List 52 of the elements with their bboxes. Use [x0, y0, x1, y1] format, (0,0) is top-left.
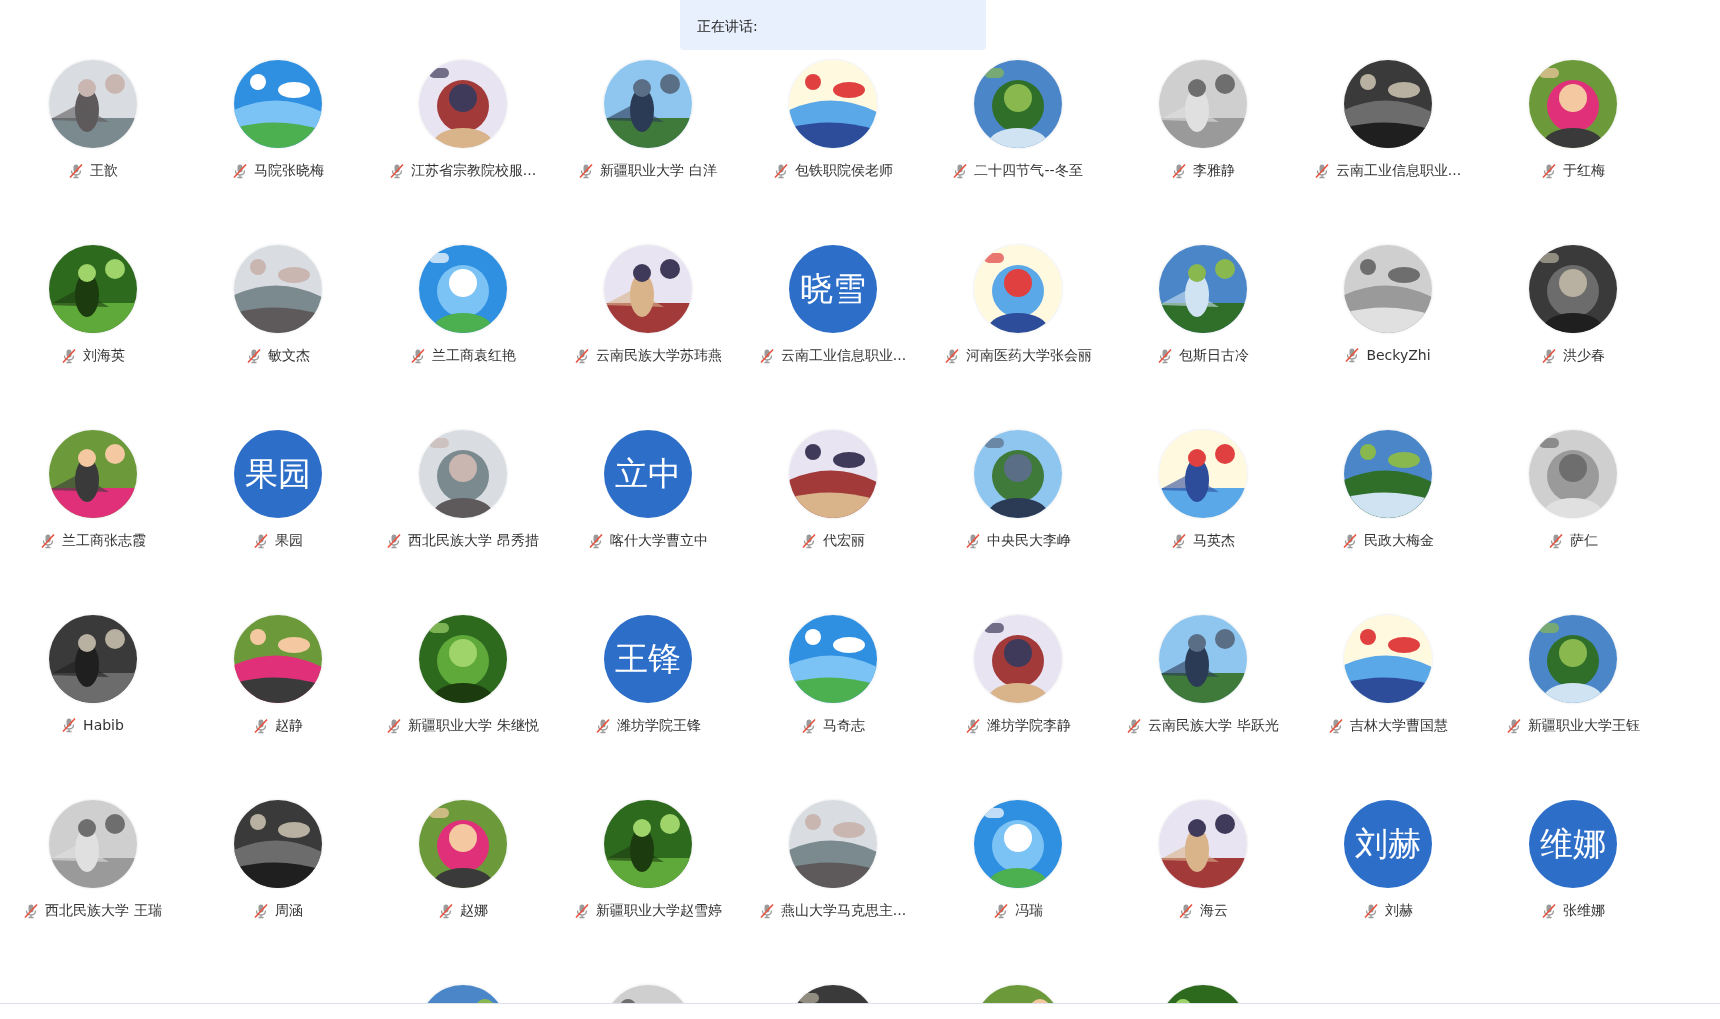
- participant-name: 果园: [274, 532, 303, 550]
- participant-name: 新疆职业大学王钰: [1527, 717, 1640, 735]
- participant-name: 喀什大学曹立中: [609, 532, 708, 550]
- avatar-initials: 晓雪: [788, 245, 877, 333]
- participant-name: 张维娜: [1562, 902, 1605, 920]
- participant-name: Habib: [83, 717, 124, 733]
- participant-name: 江苏省宗教院校服...: [410, 162, 537, 180]
- participant-name: 马奇志: [822, 717, 865, 735]
- participant-name: 云南工业信息职业...: [780, 347, 907, 365]
- participant-name: 云南工业信息职业...: [1335, 162, 1462, 180]
- avatar-initials: 立中: [603, 430, 692, 518]
- participant-name: 马院张晓梅: [253, 162, 324, 180]
- participant-name: 潍坊学院李静: [986, 717, 1071, 735]
- participant-name: 吉林大学曹国慧: [1349, 717, 1448, 735]
- avatar-initials: 王锋: [603, 615, 692, 703]
- participant-name: 王歆: [89, 162, 118, 180]
- avatar-initials: 刘赫: [1343, 800, 1432, 888]
- participant-name: 冯瑞: [1014, 902, 1043, 920]
- participant-name: 刘赫: [1384, 902, 1413, 920]
- participant-name: 西北民族大学 昂秀措: [408, 532, 539, 550]
- participant-name: 西北民族大学 王瑞: [45, 902, 162, 920]
- avatar-initials: 维娜: [1528, 800, 1617, 888]
- participant-name: 于红梅: [1562, 162, 1605, 180]
- participant-name: 赵娜: [459, 902, 488, 920]
- participant-name: 萨仁: [1569, 532, 1598, 550]
- participant-name: 云南民族大学苏玮燕: [595, 347, 722, 365]
- participant-name: 燕山大学马克思主...: [780, 902, 907, 920]
- participant-name: 刘海英: [82, 347, 125, 365]
- participant-name: 代宏丽: [822, 532, 865, 550]
- participant-name: 包铁职院侯老师: [794, 162, 893, 180]
- participant-name: BeckyZhi: [1366, 347, 1431, 363]
- participant-name: 新疆职业大学 朱继悦: [408, 717, 539, 735]
- participant-name: 兰工商张志霞: [61, 532, 146, 550]
- participant-name: 包斯日古冷: [1178, 347, 1249, 365]
- participant-name: 兰工商袁红艳: [431, 347, 516, 365]
- participant-name: 河南医药大学张会丽: [965, 347, 1092, 365]
- participant-name: 海云: [1199, 902, 1228, 920]
- participant-name: 新疆职业大学赵雪婷: [595, 902, 722, 920]
- participant-name: 新疆职业大学 白洋: [600, 162, 717, 180]
- participant-name: 敏文杰: [267, 347, 310, 365]
- participant-name: 李雅静: [1192, 162, 1235, 180]
- participant-name: 民政大梅金: [1363, 532, 1434, 550]
- avatar-initials: 果园: [233, 430, 322, 518]
- participant-name: 周涵: [274, 902, 303, 920]
- participant-name: 赵静: [274, 717, 303, 735]
- participant-name: 洪少春: [1562, 347, 1605, 365]
- participant-name: 马英杰: [1192, 532, 1235, 550]
- speaking-label: 正在讲话:: [697, 18, 758, 34]
- participant-name: 潍坊学院王锋: [616, 717, 701, 735]
- participant-name: 二十四节气--冬至: [974, 162, 1083, 180]
- participant-name: 云南民族大学 毕跃光: [1148, 717, 1279, 735]
- participant-name: 中央民大李峥: [986, 532, 1071, 550]
